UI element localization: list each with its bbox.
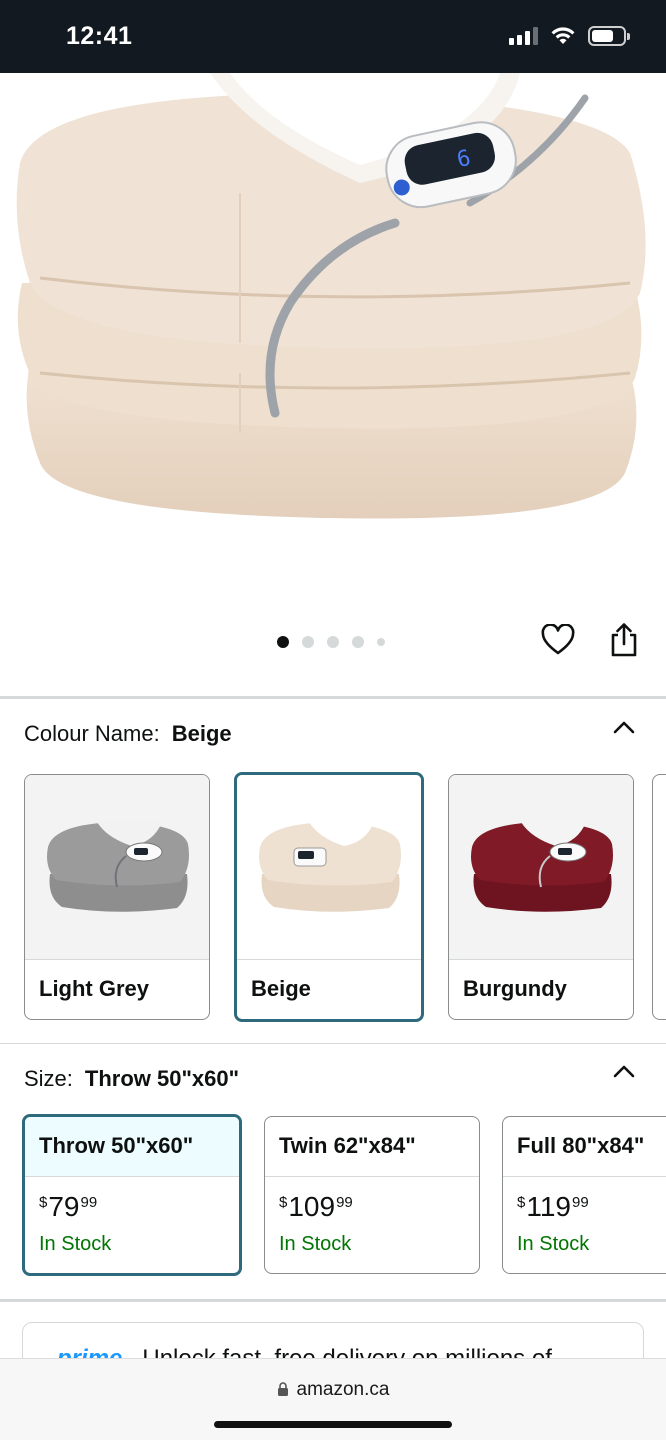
size-option-price: $119 99	[517, 1191, 589, 1222]
stock-status: In Stock	[517, 1233, 590, 1255]
product-image[interactable]: 6	[0, 73, 666, 623]
size-option-price: $79 99	[39, 1191, 98, 1222]
heart-icon	[541, 624, 575, 655]
colour-option-label: Beige	[251, 976, 311, 1001]
status-icons	[509, 26, 630, 46]
section-divider	[0, 696, 666, 699]
stock-status: In Stock	[39, 1233, 112, 1255]
battery-icon	[588, 26, 630, 46]
collapse-size-chevron-up-icon[interactable]	[612, 1060, 636, 1084]
colour-options: Light Grey Beige Burgundy	[24, 772, 634, 1022]
size-option-throw[interactable]: Throw 50"x60" $79 99 In Stock	[22, 1114, 242, 1276]
share-button[interactable]	[606, 622, 642, 658]
url-text: amazon.ca	[296, 1379, 390, 1400]
carousel-dot-5[interactable]	[377, 638, 385, 646]
colour-option-light-grey[interactable]: Light Grey	[24, 774, 210, 1020]
size-heading: Size: Throw 50"x60"	[24, 1066, 239, 1092]
size-options: Throw 50"x60" $79 99 In Stock Twin 62"x84…	[22, 1114, 666, 1276]
status-time: 12:41	[66, 22, 133, 50]
size-option-twin[interactable]: Twin 62"x84" $109 99 In Stock	[264, 1116, 480, 1274]
carousel-dots[interactable]	[277, 636, 385, 648]
browser-address-bar[interactable]: amazon.ca	[0, 1358, 666, 1440]
collapse-colour-chevron-up-icon[interactable]	[612, 716, 636, 740]
status-bar: 12:41	[0, 0, 666, 73]
wifi-icon	[551, 27, 575, 44]
blanket-illustration: 6	[16, 73, 646, 519]
stock-status: In Stock	[279, 1233, 352, 1255]
colour-option-label: Burgundy	[463, 976, 567, 1001]
lock-icon	[277, 1382, 288, 1397]
carousel-dot-2[interactable]	[302, 636, 314, 648]
share-icon	[611, 623, 637, 657]
size-option-name: Full 80"x84"	[503, 1117, 666, 1177]
size-option-price: $109 99	[279, 1191, 353, 1222]
colour-swatch-image	[237, 775, 421, 960]
size-option-name: Throw 50"x60"	[25, 1117, 239, 1177]
colour-option-beige[interactable]: Beige	[234, 772, 424, 1022]
section-divider	[0, 1299, 666, 1302]
colour-swatch-image	[449, 775, 633, 960]
colour-selected-value: Beige	[171, 721, 232, 746]
size-label: Size:	[24, 1066, 73, 1091]
colour-label: Colour Name:	[24, 721, 160, 746]
url-display[interactable]: amazon.ca	[0, 1379, 666, 1401]
carousel-dot-1[interactable]	[277, 636, 289, 648]
hero-actions	[540, 622, 642, 658]
size-option-full[interactable]: Full 80"x84" $119 99 In Stock	[502, 1116, 666, 1274]
cellular-signal-icon	[509, 27, 538, 45]
carousel-dot-3[interactable]	[327, 636, 339, 648]
carousel-dot-4[interactable]	[352, 636, 364, 648]
wishlist-button[interactable]	[540, 622, 576, 658]
colour-heading: Colour Name: Beige	[24, 721, 232, 747]
colour-option-label: Light Grey	[39, 976, 150, 1001]
section-divider	[0, 1043, 666, 1044]
size-option-name: Twin 62"x84"	[265, 1117, 479, 1177]
colour-swatch-image	[25, 775, 209, 960]
colour-option-next-peek[interactable]	[652, 774, 666, 1020]
colour-option-burgundy[interactable]: Burgundy	[448, 774, 634, 1020]
size-selected-value: Throw 50"x60"	[84, 1066, 240, 1091]
home-indicator[interactable]	[214, 1421, 452, 1428]
